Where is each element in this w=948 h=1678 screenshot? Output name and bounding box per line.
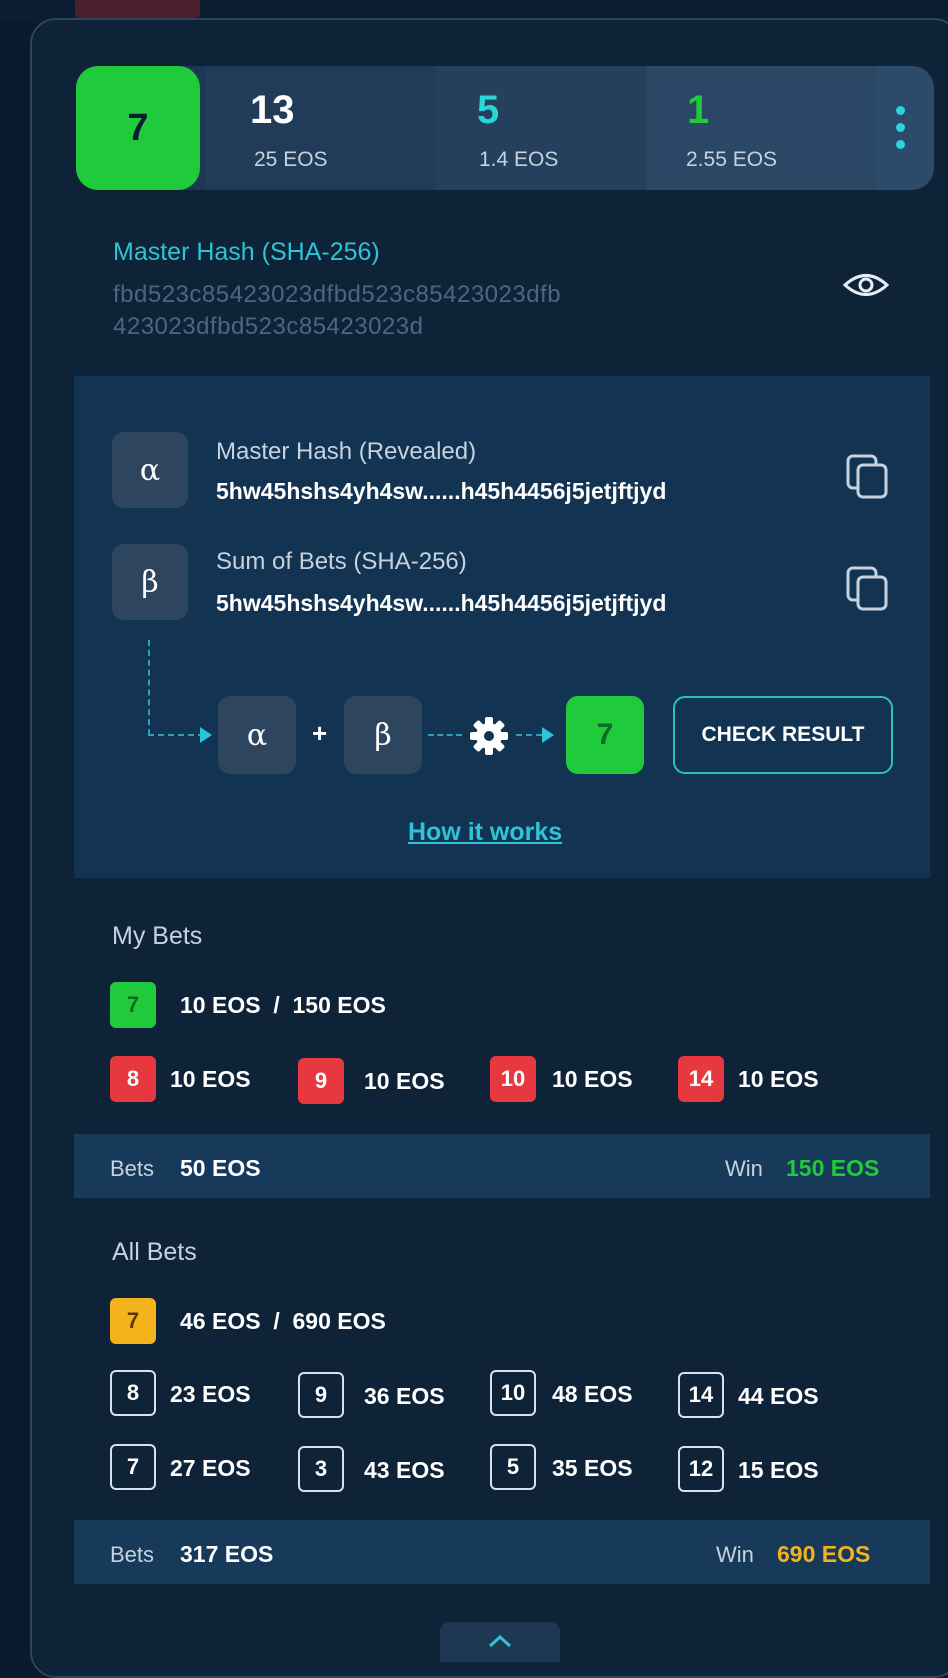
my-winning-amount: 10 EOS / 150 EOS xyxy=(180,992,386,1018)
all-bet-amount: 48 EOS xyxy=(552,1381,633,1407)
eye-icon[interactable] xyxy=(842,270,890,300)
all-bet-chip: 5 xyxy=(490,1444,536,1490)
my-bet-amount: 10 EOS xyxy=(170,1066,251,1092)
all-bet-chip: 9 xyxy=(298,1372,344,1418)
my-winning-chip: 7 xyxy=(110,982,156,1028)
stat-sub-1: 25 EOS xyxy=(254,148,328,171)
stat-number-2: 5 xyxy=(477,88,500,132)
gear-icon xyxy=(470,717,508,755)
flow-connector-2 xyxy=(516,734,542,736)
all-bet-amount: 36 EOS xyxy=(364,1383,445,1409)
all-winning-amount: 46 EOS / 690 EOS xyxy=(180,1308,386,1334)
collapse-tab[interactable] xyxy=(440,1622,560,1662)
my-bets-label: Bets xyxy=(110,1156,155,1181)
flow-connector-vertical xyxy=(148,640,150,735)
arrow-right-icon xyxy=(200,727,212,743)
flow-connector-horizontal xyxy=(148,734,204,736)
my-bets-title: My Bets xyxy=(112,922,203,950)
alpha-value: 5hw45hshs4yh4sw......h45h4456j5jetjftjyd xyxy=(216,478,667,504)
all-bets-value: 317 EOS xyxy=(180,1541,274,1567)
master-hash-title: Master Hash (SHA-256) xyxy=(113,238,380,266)
all-bet-amount: 43 EOS xyxy=(364,1457,445,1483)
flow-beta: β xyxy=(344,696,422,774)
background-red-chip xyxy=(75,0,200,18)
master-hash-line-2: 423023dfbd523c85423023d xyxy=(113,313,424,340)
all-bet-chip: 14 xyxy=(678,1372,724,1418)
my-bet-amount: 10 EOS xyxy=(364,1068,445,1094)
all-bet-amount: 44 EOS xyxy=(738,1383,819,1409)
stat-number-3: 1 xyxy=(687,88,710,132)
flow-result: 7 xyxy=(566,696,644,774)
my-bet-chip: 14 xyxy=(678,1056,724,1102)
stat-sub-3: 2.55 EOS xyxy=(686,148,778,171)
all-bets-title: All Bets xyxy=(112,1238,197,1266)
my-bet-amount: 10 EOS xyxy=(552,1066,633,1092)
copy-icon[interactable] xyxy=(846,566,890,612)
beta-value: 5hw45hshs4yh4sw......h45h4456j5jetjftjyd xyxy=(216,590,667,616)
all-bets-label: Bets xyxy=(110,1542,155,1567)
all-winning-chip: 7 xyxy=(110,1298,156,1344)
current-result-number: 7 xyxy=(76,66,200,190)
beta-badge: β xyxy=(112,544,188,620)
copy-icon[interactable] xyxy=(846,454,890,500)
flow-plus: + xyxy=(312,718,328,748)
stat-sub-2: 1.4 EOS xyxy=(479,148,559,171)
all-win-label: Win xyxy=(716,1542,754,1567)
master-hash-line-1: fbd523c85423023dfbd523c85423023dfb xyxy=(113,281,562,308)
stat-number-1: 13 xyxy=(250,88,295,132)
all-bet-amount: 15 EOS xyxy=(738,1457,819,1483)
my-bet-chip: 10 xyxy=(490,1056,536,1102)
my-bet-chip: 8 xyxy=(110,1056,156,1102)
flow-alpha: α xyxy=(218,696,296,774)
all-bet-chip: 10 xyxy=(490,1370,536,1416)
all-bet-chip: 7 xyxy=(110,1444,156,1490)
how-it-works-link[interactable]: How it works xyxy=(408,818,562,847)
check-result-button[interactable]: CHECK RESULT xyxy=(673,696,893,774)
my-win-label: Win xyxy=(725,1156,763,1181)
chevron-up-icon[interactable] xyxy=(488,1634,512,1648)
flow-connector-1 xyxy=(428,734,462,736)
all-bet-amount: 23 EOS xyxy=(170,1381,251,1407)
arrow-right-icon xyxy=(542,727,554,743)
my-win-value: 150 EOS xyxy=(786,1155,880,1181)
all-bet-chip: 8 xyxy=(110,1370,156,1416)
beta-label: Sum of Bets (SHA-256) xyxy=(216,548,467,575)
alpha-badge: α xyxy=(112,432,188,508)
alpha-label: Master Hash (Revealed) xyxy=(216,438,477,465)
all-bet-chip: 3 xyxy=(298,1446,344,1492)
more-vertical-icon[interactable] xyxy=(896,106,906,157)
all-bet-chip: 12 xyxy=(678,1446,724,1492)
my-bets-value: 50 EOS xyxy=(180,1155,261,1181)
provably-fair-box xyxy=(74,376,930,878)
all-bet-amount: 27 EOS xyxy=(170,1455,251,1481)
my-bet-amount: 10 EOS xyxy=(738,1066,819,1092)
all-win-value: 690 EOS xyxy=(777,1541,871,1567)
my-bet-chip: 9 xyxy=(298,1058,344,1104)
all-bet-amount: 35 EOS xyxy=(552,1455,633,1481)
